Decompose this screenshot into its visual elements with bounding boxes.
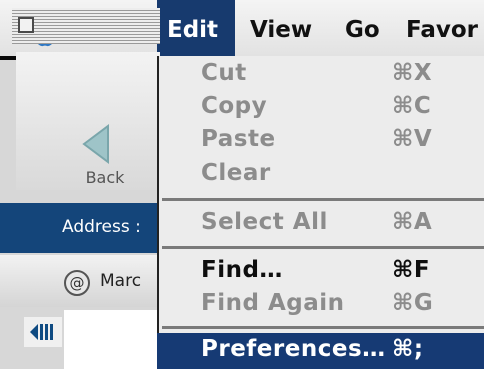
menu-item-label: Find… (201, 257, 283, 283)
menu-item-clear[interactable]: Clear (157, 157, 484, 191)
menu-separator (162, 326, 484, 329)
back-button-label[interactable]: Back (60, 168, 150, 187)
close-box[interactable] (18, 17, 34, 33)
menu-separator (162, 198, 484, 201)
menu-item-shortcut: ⌘C (392, 93, 432, 119)
menu-item-label: Find Again (201, 290, 345, 316)
menu-item-shortcut: ⌘F (392, 257, 431, 283)
menu-item-paste[interactable]: Paste ⌘V (157, 123, 484, 157)
menu-favorites[interactable]: Favor (406, 0, 478, 56)
menu-item-label: Cut (201, 60, 247, 86)
favorite-item-label[interactable]: Marc (100, 271, 141, 291)
menu-item-copy[interactable]: Copy ⌘C (157, 90, 484, 124)
menu-go[interactable]: Go (345, 0, 380, 56)
menu-item-label: Select All (201, 209, 328, 235)
menu-item-shortcut: ⌘V (392, 126, 433, 152)
menu-item-preferences[interactable]: Preferences… ⌘; (157, 333, 484, 369)
menu-item-cut[interactable]: Cut ⌘X (157, 57, 484, 91)
address-label: Address : (62, 217, 141, 237)
menu-item-label: Clear (201, 160, 271, 186)
menu-edit[interactable]: Edit (157, 0, 235, 56)
collapse-arrow-icon (30, 324, 53, 340)
menu-item-select-all[interactable]: Select All ⌘A (157, 206, 484, 240)
menu-separator (162, 246, 484, 249)
menu-item-label: Paste (201, 126, 276, 152)
at-sign-icon: @ (64, 270, 90, 296)
window-titlebar[interactable] (12, 8, 160, 44)
sidebar-tab-button[interactable] (24, 317, 62, 347)
menu-item-find-again[interactable]: Find Again ⌘G (157, 287, 484, 321)
menu-item-shortcut: ⌘G (392, 290, 434, 316)
menu-view[interactable]: View (250, 0, 312, 56)
menu-item-label: Copy (201, 93, 268, 119)
content-pane (64, 310, 160, 369)
menu-item-shortcut: ⌘X (392, 60, 433, 86)
menu-item-find[interactable]: Find… ⌘F (157, 254, 484, 288)
back-arrow-icon[interactable] (78, 120, 126, 168)
menu-item-shortcut: ⌘A (392, 209, 433, 235)
menu-item-shortcut: ⌘; (392, 336, 424, 362)
menu-item-label: Preferences… (201, 336, 386, 362)
